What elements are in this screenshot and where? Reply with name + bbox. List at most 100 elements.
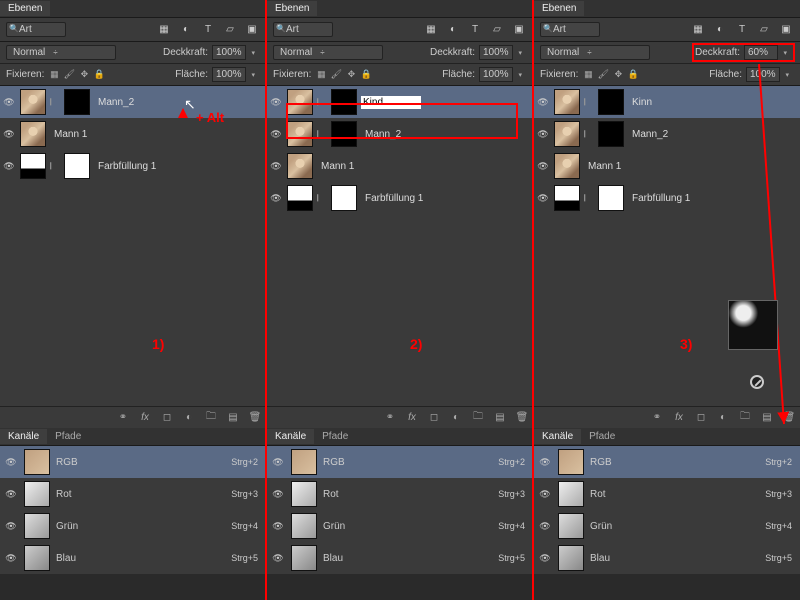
adjustment-new-icon[interactable]: ◐ <box>716 411 730 425</box>
layer-name[interactable]: Mann_2 <box>632 129 668 140</box>
layer-row[interactable]: 👁𝄃 Farbfüllung 1 <box>267 182 533 214</box>
channel-row[interactable]: 👁 Rot Strg+3 <box>0 478 266 510</box>
visibility-icon[interactable]: 👁 <box>2 95 16 109</box>
filter-type-icon[interactable]: T <box>734 23 750 37</box>
layer-new-icon[interactable]: ▤ <box>760 411 774 425</box>
filter-kind[interactable]: Art <box>540 22 600 37</box>
layer-row[interactable]: 👁 𝄃 Mann_2 <box>0 86 266 118</box>
layer-row[interactable]: 👁𝄃 Farbfüllung 1 <box>534 182 800 214</box>
filter-kind[interactable]: Art <box>273 22 333 37</box>
tab-channels[interactable]: Kanäle <box>267 429 314 444</box>
layer-thumbnail[interactable] <box>20 153 46 179</box>
filter-adjust-icon[interactable]: ◐ <box>178 23 194 37</box>
layer-row[interactable]: 👁 Mann 1 <box>267 150 533 182</box>
fill-value[interactable]: 100% <box>212 67 246 82</box>
layer-name[interactable]: Kinn <box>632 97 652 108</box>
tab-layers[interactable]: Ebenen <box>0 1 50 16</box>
mask-new-icon[interactable]: ◻ <box>160 411 174 425</box>
channel-row[interactable]: 👁 Blau Strg+5 <box>0 542 266 574</box>
link-layers-icon[interactable]: ⚭ <box>116 411 130 425</box>
layer-new-icon[interactable]: ▤ <box>226 411 240 425</box>
filter-shape-icon[interactable]: ▱ <box>756 23 772 37</box>
fill-value[interactable]: 100% <box>479 67 513 82</box>
layer-new-icon[interactable]: ▤ <box>493 411 507 425</box>
adjustment-new-icon[interactable]: ◐ <box>449 411 463 425</box>
layer-row[interactable]: 👁 Mann 1 <box>0 118 266 150</box>
layer-row[interactable]: 👁𝄃 Mann_2 <box>267 118 533 150</box>
layer-name[interactable]: Farbfüllung 1 <box>365 193 423 204</box>
filter-pixel-icon[interactable]: ▦ <box>423 23 439 37</box>
filter-adjust-icon[interactable]: ◐ <box>712 23 728 37</box>
fx-icon[interactable]: fx <box>405 411 419 425</box>
group-new-icon[interactable]: 🗀 <box>738 411 752 425</box>
lock-image-icon[interactable]: 🖌 <box>63 69 75 81</box>
layer-thumbnail[interactable] <box>20 89 46 115</box>
layer-row[interactable]: 👁𝄃 Mann_2 <box>534 118 800 150</box>
layer-name[interactable]: Mann 1 <box>54 129 87 140</box>
tab-paths[interactable]: Pfade <box>47 429 89 444</box>
channel-row[interactable]: 👁 RGB Strg+2 <box>0 446 266 478</box>
layer-name[interactable]: Mann_2 <box>98 97 134 108</box>
layer-row[interactable]: 👁 𝄃 <box>267 86 533 118</box>
layer-thumbnail[interactable] <box>20 121 46 147</box>
lock-transparent-icon[interactable]: ▦ <box>48 69 60 81</box>
tab-channels[interactable]: Kanäle <box>0 429 47 444</box>
filter-type-icon[interactable]: T <box>200 23 216 37</box>
mask-link-icon[interactable]: 𝄃 <box>50 97 60 108</box>
layer-rename-input[interactable] <box>361 96 421 109</box>
filter-smart-icon[interactable]: ▣ <box>244 23 260 37</box>
layer-row[interactable]: 👁𝄃 Kinn <box>534 86 800 118</box>
layer-name[interactable]: Farbfüllung 1 <box>632 193 690 204</box>
mask-thumbnail[interactable] <box>331 89 357 115</box>
link-layers-icon[interactable]: ⚭ <box>650 411 664 425</box>
visibility-icon[interactable]: 👁 <box>4 551 18 565</box>
visibility-icon[interactable]: 👁 <box>4 455 18 469</box>
channel-row[interactable]: 👁 Grün Strg+4 <box>0 510 266 542</box>
mask-link-icon[interactable]: 𝄃 <box>50 161 60 172</box>
filter-smart-icon[interactable]: ▣ <box>778 23 794 37</box>
layer-name[interactable]: Mann 1 <box>588 161 621 172</box>
layer-name[interactable]: Mann 1 <box>321 161 354 172</box>
visibility-icon[interactable]: 👁 <box>4 519 18 533</box>
visibility-icon[interactable]: 👁 <box>2 127 16 141</box>
filter-pixel-icon[interactable]: ▦ <box>690 23 706 37</box>
blend-mode-select[interactable]: Normal <box>6 45 116 60</box>
filter-pixel-icon[interactable]: ▦ <box>156 23 172 37</box>
adjustment-new-icon[interactable]: ◐ <box>182 411 196 425</box>
mask-new-icon[interactable]: ◻ <box>694 411 708 425</box>
tab-layers[interactable]: Ebenen <box>534 1 584 16</box>
layer-name[interactable]: Farbfüllung 1 <box>98 161 156 172</box>
trash-icon[interactable]: 🗑 <box>782 411 796 425</box>
visibility-icon[interactable]: 👁 <box>2 159 16 173</box>
tab-channels[interactable]: Kanäle <box>534 429 581 444</box>
fx-icon[interactable]: fx <box>672 411 686 425</box>
mask-thumbnail[interactable] <box>64 89 90 115</box>
blend-mode-select[interactable]: Normal <box>273 45 383 60</box>
filter-adjust-icon[interactable]: ◐ <box>445 23 461 37</box>
lock-position-icon[interactable]: ✥ <box>78 69 90 81</box>
filter-kind[interactable]: Art <box>6 22 66 37</box>
mask-new-icon[interactable]: ◻ <box>427 411 441 425</box>
trash-icon[interactable]: 🗑 <box>515 411 529 425</box>
link-layers-icon[interactable]: ⚭ <box>383 411 397 425</box>
layer-thumbnail[interactable] <box>287 89 313 115</box>
tab-layers[interactable]: Ebenen <box>267 1 317 16</box>
mask-thumbnail[interactable] <box>64 153 90 179</box>
group-new-icon[interactable]: 🗀 <box>204 411 218 425</box>
group-new-icon[interactable]: 🗀 <box>471 411 485 425</box>
filter-smart-icon[interactable]: ▣ <box>511 23 527 37</box>
filter-shape-icon[interactable]: ▱ <box>489 23 505 37</box>
fx-icon[interactable]: fx <box>138 411 152 425</box>
opacity-value[interactable]: 100% <box>212 45 246 60</box>
blend-mode-select[interactable]: Normal <box>540 45 650 60</box>
tab-paths[interactable]: Pfade <box>581 429 623 444</box>
filter-type-icon[interactable]: T <box>467 23 483 37</box>
tab-paths[interactable]: Pfade <box>314 429 356 444</box>
lock-all-icon[interactable]: 🔒 <box>93 69 105 81</box>
filter-shape-icon[interactable]: ▱ <box>222 23 238 37</box>
layer-row[interactable]: 👁 Mann 1 <box>534 150 800 182</box>
layer-row[interactable]: 👁 𝄃 Farbfüllung 1 <box>0 150 266 182</box>
opacity-value[interactable]: 60% <box>744 45 778 60</box>
opacity-value[interactable]: 100% <box>479 45 513 60</box>
trash-icon[interactable]: 🗑 <box>248 411 262 425</box>
